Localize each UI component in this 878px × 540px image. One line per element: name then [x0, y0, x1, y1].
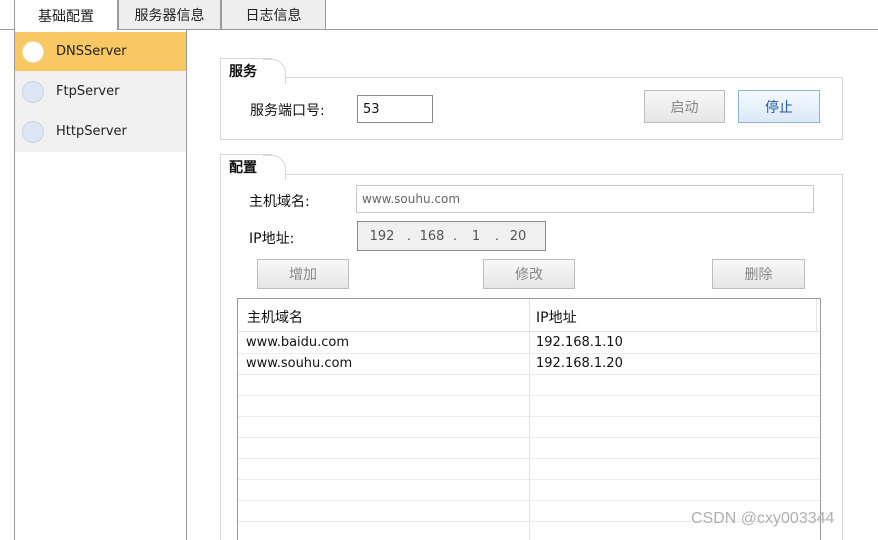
- host-input[interactable]: www.souhu.com: [356, 185, 814, 213]
- server-item-label: HttpServer: [56, 124, 127, 139]
- table-row-empty: [238, 396, 820, 417]
- server-item-ftp[interactable]: FtpServer: [15, 72, 186, 111]
- server-item-dns[interactable]: DNSServer: [15, 32, 186, 71]
- table-row-empty: [238, 417, 820, 438]
- ip-separator: .: [452, 228, 458, 244]
- ip-segment-1[interactable]: 192: [362, 229, 402, 244]
- server-status-icon: [22, 80, 44, 103]
- server-status-icon: [22, 120, 44, 143]
- tab-server-info[interactable]: 服务器信息: [118, 0, 221, 30]
- config-group-title: 配置: [220, 154, 286, 180]
- table-row-empty: [238, 375, 820, 396]
- table-row-empty: [238, 480, 820, 501]
- server-item-label: DNSServer: [56, 44, 127, 59]
- port-label: 服务端口号:: [250, 103, 325, 119]
- ip-segment-2[interactable]: 168: [416, 229, 448, 244]
- table-row-empty: [238, 438, 820, 459]
- tab-log-info[interactable]: 日志信息: [221, 0, 326, 30]
- column-divider: [816, 299, 817, 332]
- add-button[interactable]: 增加: [257, 259, 349, 289]
- start-button[interactable]: 启动: [644, 90, 725, 123]
- server-item-http[interactable]: HttpServer: [15, 112, 186, 151]
- column-header-ip[interactable]: IP地址: [536, 307, 577, 327]
- cell-host: www.souhu.com: [246, 356, 353, 371]
- ip-separator: .: [494, 228, 500, 244]
- server-status-icon: [22, 40, 44, 63]
- server-list: DNSServer FtpServer HttpServer: [15, 32, 186, 152]
- tab-basic-config[interactable]: 基础配置: [14, 0, 118, 31]
- top-tab-bar: 基础配置 服务器信息 日志信息: [0, 0, 878, 31]
- stop-button[interactable]: 停止: [738, 90, 820, 123]
- column-header-host[interactable]: 主机域名: [247, 307, 303, 327]
- server-list-panel: DNSServer FtpServer HttpServer: [14, 30, 187, 540]
- host-label: 主机域名:: [249, 194, 310, 210]
- ip-separator: .: [406, 228, 412, 244]
- ip-label: IP地址:: [249, 231, 295, 247]
- ip-segment-4[interactable]: 20: [504, 229, 532, 244]
- cell-ip: 192.168.1.10: [536, 335, 623, 350]
- table-row[interactable]: www.baidu.com 192.168.1.10: [238, 333, 820, 354]
- port-input[interactable]: 53: [357, 95, 433, 123]
- ip-address-input[interactable]: 192 . 168 . 1 . 20: [357, 221, 546, 251]
- table-row-empty: [238, 459, 820, 480]
- server-item-label: FtpServer: [56, 84, 120, 99]
- watermark: CSDN @cxy003344: [691, 510, 835, 527]
- ip-segment-3[interactable]: 1: [462, 229, 490, 244]
- host-table: 主机域名 IP地址 www.baidu.com 192.168.1.10 www…: [237, 298, 821, 540]
- delete-button[interactable]: 删除: [712, 259, 805, 289]
- cell-host: www.baidu.com: [246, 335, 350, 350]
- cell-ip: 192.168.1.20: [536, 356, 623, 371]
- edit-button[interactable]: 修改: [483, 259, 575, 289]
- table-row[interactable]: www.souhu.com 192.168.1.20: [238, 354, 820, 375]
- service-group-title: 服务: [220, 58, 286, 84]
